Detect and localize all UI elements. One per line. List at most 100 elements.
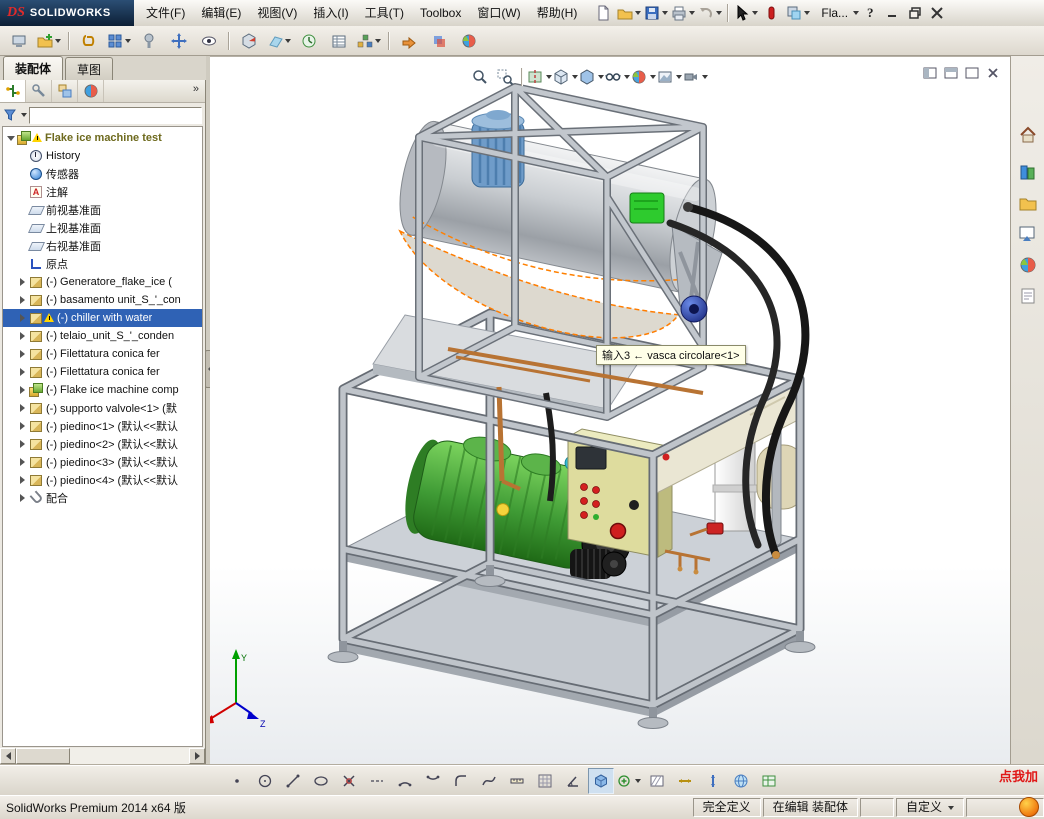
ad-overlay-text[interactable]: 点我加: [999, 766, 1038, 785]
save-button[interactable]: [643, 1, 669, 25]
menu-item[interactable]: 插入(I): [305, 0, 356, 26]
tangent-arc-tool-button[interactable]: [420, 768, 446, 794]
evaluate-table-button[interactable]: [756, 768, 782, 794]
document-switcher[interactable]: Fla...: [811, 6, 851, 20]
expander-icon[interactable]: [18, 385, 28, 395]
machine-3d-model[interactable]: Y X Z: [210, 57, 1010, 764]
command-tab[interactable]: 草图: [65, 57, 114, 80]
hide-show-items-button[interactable]: [605, 66, 630, 88]
apply-scene-button[interactable]: [657, 66, 682, 88]
section-view-button[interactable]: [527, 66, 552, 88]
help-button[interactable]: ?: [859, 5, 882, 21]
linear-component-pattern-button[interactable]: [105, 27, 133, 55]
options-button[interactable]: [785, 1, 811, 25]
menu-item[interactable]: 编辑(E): [193, 0, 249, 26]
command-tab[interactable]: 装配体: [3, 56, 64, 80]
viewport-single-button[interactable]: [963, 65, 981, 81]
horizontal-dimension-button[interactable]: [672, 768, 698, 794]
restore-button[interactable]: [905, 4, 926, 22]
motion-study-button[interactable]: [295, 27, 323, 55]
open-document-button[interactable]: [616, 1, 642, 25]
electric-motor-component[interactable]: [570, 549, 627, 579]
tab-displaymanager[interactable]: [78, 80, 104, 102]
tree-item[interactable]: History: [3, 147, 202, 165]
select-tool-button[interactable]: [733, 1, 759, 25]
expander-icon[interactable]: [18, 493, 28, 503]
expander-icon[interactable]: [18, 277, 28, 287]
expander-icon[interactable]: [18, 403, 28, 413]
tree-item[interactable]: (-) supporto valvole<1> (默: [3, 399, 202, 417]
tab-propertymanager[interactable]: [26, 80, 52, 102]
add-relation-button[interactable]: [616, 768, 642, 794]
tree-item[interactable]: (-) piedino<1> (默认<<默认: [3, 417, 202, 435]
tree-item[interactable]: (-) Generatore_flake_ice (: [3, 273, 202, 291]
tree-item[interactable]: (-) chiller with water: [3, 309, 202, 327]
bill-of-materials-button[interactable]: [325, 27, 353, 55]
expander-icon[interactable]: [18, 367, 28, 377]
tree-item[interactable]: (-) telaio_unit_S_'_conden: [3, 327, 202, 345]
custom-properties-button[interactable]: [1014, 283, 1042, 309]
menu-item[interactable]: 工具(T): [357, 0, 412, 26]
display-style-button[interactable]: [579, 66, 604, 88]
expander-icon[interactable]: [18, 421, 28, 431]
instant3d-button[interactable]: [395, 27, 423, 55]
tree-item[interactable]: 前视基准面: [3, 201, 202, 219]
bearing-hub[interactable]: [680, 295, 708, 323]
menu-item[interactable]: 文件(F): [138, 0, 193, 26]
scrollbar-thumb[interactable]: [16, 748, 70, 764]
status-custom[interactable]: 自定义: [895, 798, 964, 817]
filter-funnel-icon[interactable]: [3, 108, 17, 122]
zoom-fit-button[interactable]: [468, 66, 492, 88]
tree-item[interactable]: 原点: [3, 255, 202, 273]
scroll-right-button[interactable]: [189, 748, 205, 764]
grid-tool-button[interactable]: [532, 768, 558, 794]
interference-detection-button[interactable]: [425, 27, 453, 55]
edit-appearance-button[interactable]: [631, 66, 656, 88]
expander-icon[interactable]: [6, 133, 16, 143]
expander-icon[interactable]: [18, 457, 28, 467]
tree-item[interactable]: 配合: [3, 489, 202, 507]
tree-item[interactable]: Flake ice machine test: [3, 129, 202, 147]
file-explorer-button[interactable]: [1014, 190, 1042, 216]
close-button[interactable]: [927, 4, 948, 22]
appearances-scenes-button[interactable]: [1014, 252, 1042, 278]
expander-icon[interactable]: [18, 295, 28, 305]
menu-item[interactable]: 帮助(H): [529, 0, 586, 26]
viewport-split-left-button[interactable]: [921, 65, 939, 81]
solidworks-resources-button[interactable]: [1014, 122, 1042, 148]
tree-item[interactable]: (-) Filettatura conica fer: [3, 363, 202, 381]
panel-tab-overflow[interactable]: »: [193, 80, 205, 102]
edit-component-button[interactable]: [5, 27, 33, 55]
undo-button[interactable]: [697, 1, 723, 25]
move-component-button[interactable]: [165, 27, 193, 55]
insert-components-button[interactable]: [35, 27, 63, 55]
filter-caret-icon[interactable]: [21, 113, 27, 117]
mate-button[interactable]: [75, 27, 103, 55]
circle-tool-button[interactable]: [252, 768, 278, 794]
exploded-view-button[interactable]: [355, 27, 383, 55]
appearances-button[interactable]: [455, 27, 483, 55]
view-palette-button[interactable]: [1014, 221, 1042, 247]
tree-item[interactable]: 右视基准面: [3, 237, 202, 255]
minimize-button[interactable]: [883, 4, 904, 22]
menu-item[interactable]: 窗口(W): [469, 0, 528, 26]
ad-overlay-icon[interactable]: [1019, 797, 1039, 817]
tree-item[interactable]: (-) piedino<2> (默认<<默认: [3, 435, 202, 453]
graphics-area[interactable]: Y X Z 输入3 ← vasca circolare<1>: [210, 56, 1010, 764]
menu-item[interactable]: 视图(V): [249, 0, 305, 26]
view-settings-button[interactable]: [683, 66, 708, 88]
tree-item[interactable]: 注解: [3, 183, 202, 201]
vertical-dimension-button[interactable]: [700, 768, 726, 794]
tree-item[interactable]: (-) Filettatura conica fer: [3, 345, 202, 363]
tree-item[interactable]: 上视基准面: [3, 219, 202, 237]
globe-view-button[interactable]: [728, 768, 754, 794]
zoom-area-button[interactable]: [493, 66, 517, 88]
view-orientation-button[interactable]: [553, 66, 578, 88]
tab-featuremanager-tree[interactable]: [0, 80, 26, 102]
spline-tool-button[interactable]: [476, 768, 502, 794]
expander-icon[interactable]: [18, 475, 28, 485]
viewport-close-button[interactable]: [984, 65, 1002, 81]
hatch-tool-button[interactable]: [644, 768, 670, 794]
shaded-view-button[interactable]: [588, 767, 614, 794]
line-tool-button[interactable]: [280, 768, 306, 794]
